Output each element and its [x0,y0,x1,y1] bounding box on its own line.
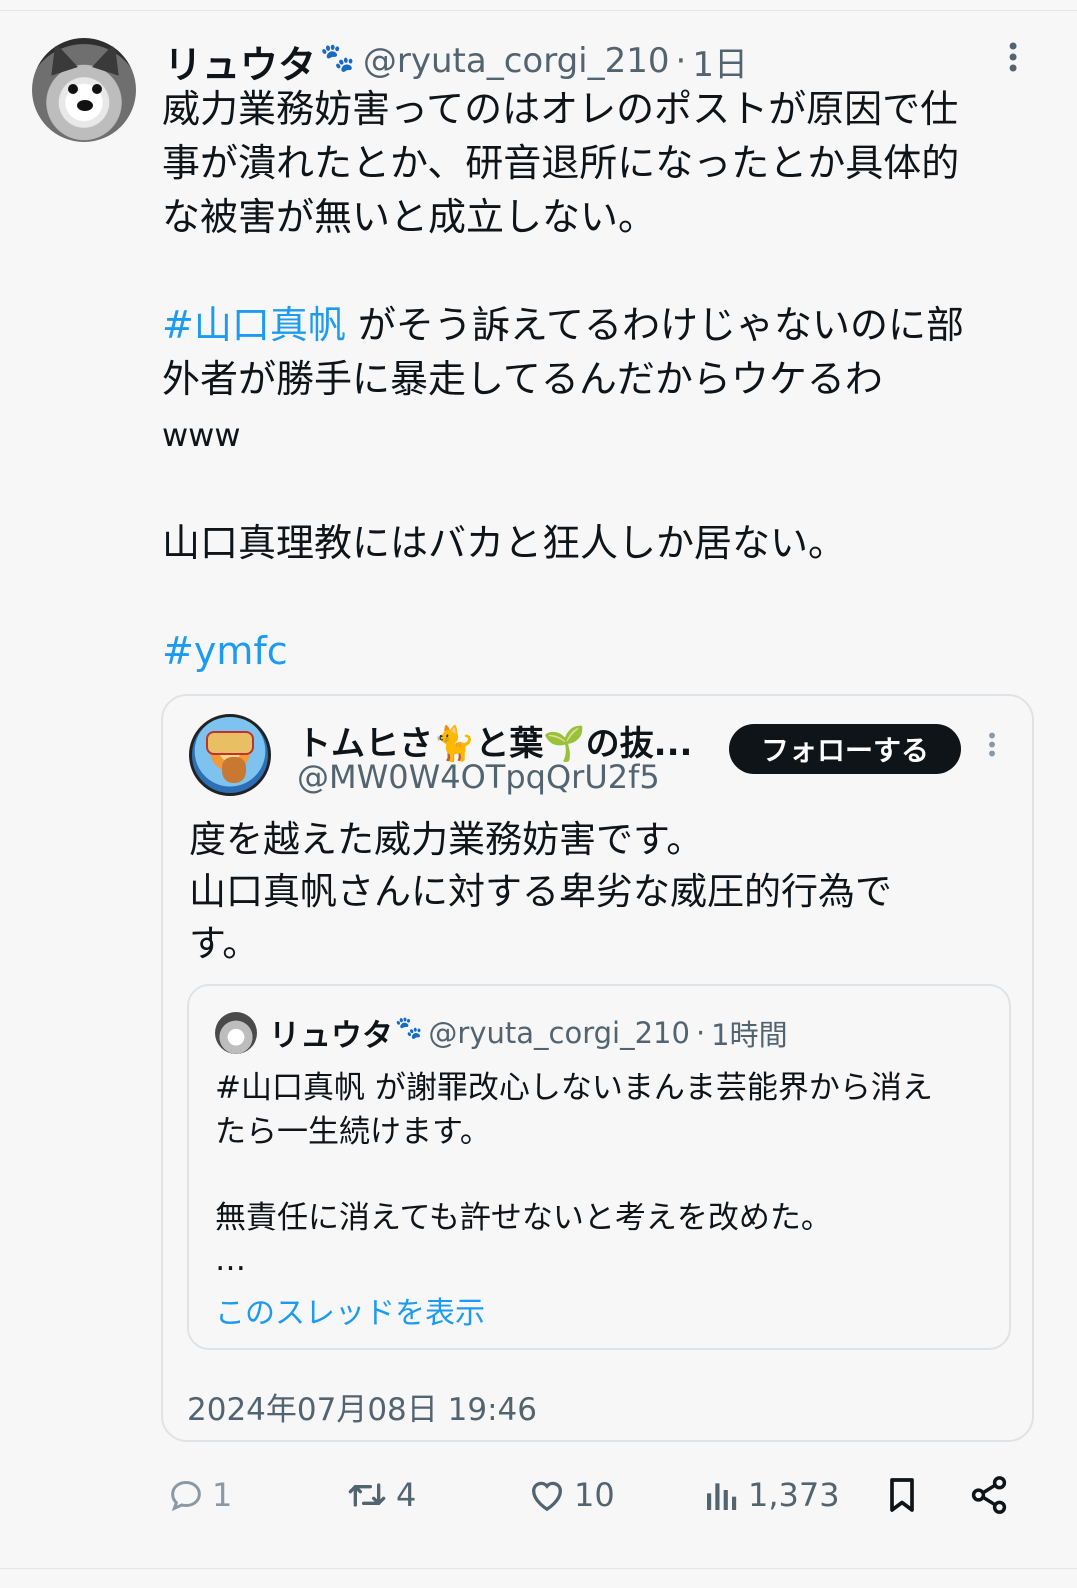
hashtag-link[interactable]: #ymfc [162,629,288,673]
view-count: 1,373 [748,1476,840,1514]
tweet-header: リュウタ 🐾 @ryuta_corgi_210 · 1日 [164,34,748,89]
tweet-action-bar: 1 4 10 1,373 [0,1466,1077,1526]
follow-button[interactable]: フォローする [729,724,961,774]
tweet-line: 外者が勝手に暴走してるんだからウケるわ [162,357,883,401]
quoted-tweet-timestamp: 2024年07月08日 19:46 [187,1392,537,1428]
repost-icon [348,1483,386,1507]
share-icon [971,1476,1007,1514]
nested-tweet-line: たら一生続けます。 [215,1114,491,1150]
nested-quoted-tweet-card[interactable]: リュウタ 🐾 @ryuta_corgi_210 · 1時間 #山口真帆 が謝罪改… [187,984,1011,1350]
views-button[interactable]: 1,373 [702,1472,840,1518]
nested-author-display-name[interactable]: リュウタ [269,1010,393,1055]
separator-dot: · [695,1015,706,1050]
separator-dot: · [675,41,687,81]
hashtag-link[interactable]: #山口真帆 [162,303,346,347]
tweet-line: www [162,416,241,454]
nested-author-handle[interactable]: @ryuta_corgi_210 [428,1016,690,1050]
views-chart-icon [707,1483,737,1510]
nested-tweet-time[interactable]: 1時間 [711,1012,787,1054]
bookmark-button[interactable] [882,1472,922,1518]
nested-author-avatar[interactable] [215,1012,257,1054]
tweet-line: 事が潰れたとか、研音退所になったとか具体的 [162,141,960,185]
quoted-tweet-line: 度を越えた威力業務妨害です。 [189,818,704,861]
share-button[interactable] [968,1472,1010,1518]
tweet-line: #山口真帆 がそう訴えてるわけじゃないのに部 [162,298,1042,352]
reply-count: 1 [212,1476,233,1514]
repost-count: 4 [396,1476,417,1514]
tweet-line: な被害が無いと成立しない。 [162,195,657,239]
show-thread-link[interactable]: このスレッドを表示 [215,1288,485,1332]
nested-tweet-line: #山口真帆 が謝罪改心しないまんま芸能界から消え [215,1070,933,1106]
tweet-line: 威力業務妨害ってのはオレのポストが原因で仕 [162,87,959,131]
top-divider [0,10,1077,11]
more-dots-icon[interactable]: • • • [985,726,999,764]
author-handle[interactable]: @ryuta_corgi_210 [363,41,670,81]
like-count: 10 [574,1476,615,1514]
bookmark-icon [890,1478,914,1512]
quoted-tweet-line: 山口真帆さんに対する卑劣な威圧的行為で [189,870,892,913]
bottom-divider [0,1568,1077,1569]
paw-emoji: 🐾 [395,1016,423,1041]
nested-tweet-ellipsis: … [215,1242,246,1278]
author-display-name[interactable]: リュウタ [164,34,316,89]
quoted-author-avatar[interactable] [189,714,271,796]
like-button[interactable]: 10 [526,1472,615,1518]
more-dots-icon[interactable]: • • • [1006,35,1020,81]
quoted-author-handle[interactable]: @MW0W4OTpqQrU2f5 [297,758,660,796]
author-avatar[interactable] [32,38,136,142]
tweet-line: #ymfc [162,624,1042,678]
quoted-tweet-line: す。 [189,922,260,965]
nested-tweet-line: 無責任に消えても許せないと考えを改めた。 [215,1200,832,1236]
tweet-time[interactable]: 1日 [692,37,748,86]
heart-icon [531,1481,563,1512]
reply-icon [171,1480,201,1512]
nested-tweet-header: リュウタ 🐾 @ryuta_corgi_210 · 1時間 [269,1010,788,1055]
reply-button[interactable]: 1 [166,1472,232,1518]
tweet-line-text: がそう訴えてるわけじゃないのに部 [345,303,965,347]
repost-button[interactable]: 4 [344,1472,416,1518]
tweet-line: 山口真理教にはバカと狂人しか居ない。 [162,521,847,565]
paw-emoji: 🐾 [320,40,355,74]
quoted-tweet-card[interactable]: トムヒさ🐈と葉🌱の抜... @MW0W4OTpqQrU2f5 フォローする • •… [161,694,1034,1442]
